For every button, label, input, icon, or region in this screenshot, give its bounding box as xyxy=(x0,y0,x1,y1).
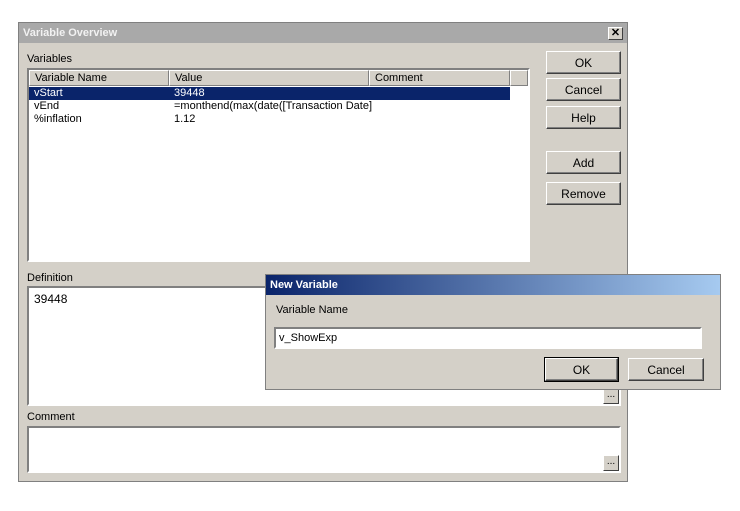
column-header-filler xyxy=(510,70,528,86)
variables-list[interactable]: Variable Name Value Comment vStart 39448… xyxy=(27,68,530,262)
variable-name-value: v_ShowExp xyxy=(279,332,338,344)
comment-field[interactable]: ... xyxy=(27,426,621,473)
close-icon[interactable]: ✕ xyxy=(608,27,623,40)
column-header-value[interactable]: Value xyxy=(169,70,369,86)
dialog-ok-button[interactable]: OK xyxy=(544,357,619,382)
table-row[interactable]: vEnd =monthend(max(date([Transaction Dat… xyxy=(29,100,510,113)
add-button[interactable]: Add xyxy=(546,151,621,174)
remove-button[interactable]: Remove xyxy=(546,182,621,205)
definition-label: Definition xyxy=(27,272,73,284)
definition-text: 39448 xyxy=(34,292,68,306)
definition-expand-button[interactable]: ... xyxy=(603,388,619,404)
window-titlebar[interactable]: Variable Overview ✕ xyxy=(19,23,627,43)
dialog-titlebar[interactable]: New Variable xyxy=(266,275,720,295)
help-button[interactable]: Help xyxy=(546,106,621,129)
new-variable-dialog: New Variable Variable Name v_ShowExp OK … xyxy=(265,274,721,390)
dialog-cancel-button[interactable]: Cancel xyxy=(628,358,704,381)
cancel-button[interactable]: Cancel xyxy=(546,78,621,101)
variable-overview-window: Variable Overview ✕ Variables Variable N… xyxy=(18,22,628,482)
window-title: Variable Overview xyxy=(23,27,118,39)
ok-button[interactable]: OK xyxy=(546,51,621,74)
variable-value-cell: =monthend(max(date([Transaction Date] xyxy=(174,100,372,112)
variable-name-cell: vStart xyxy=(34,87,63,99)
variables-label: Variables xyxy=(27,53,73,65)
column-header-variable-name[interactable]: Variable Name xyxy=(29,70,169,86)
variable-name-input[interactable]: v_ShowExp xyxy=(274,327,702,349)
variable-value-cell: 1.12 xyxy=(174,113,196,125)
comment-label: Comment xyxy=(27,411,75,423)
variable-name-cell: %inflation xyxy=(34,113,82,125)
variable-value-cell: 39448 xyxy=(174,87,205,99)
table-row[interactable]: vStart 39448 xyxy=(29,87,510,100)
dialog-title: New Variable xyxy=(270,279,338,291)
comment-expand-button[interactable]: ... xyxy=(603,455,619,471)
table-row[interactable]: %inflation 1.12 xyxy=(29,113,510,126)
variable-name-cell: vEnd xyxy=(34,100,60,112)
column-header-comment[interactable]: Comment xyxy=(369,70,510,86)
variable-name-label: Variable Name xyxy=(276,304,348,316)
